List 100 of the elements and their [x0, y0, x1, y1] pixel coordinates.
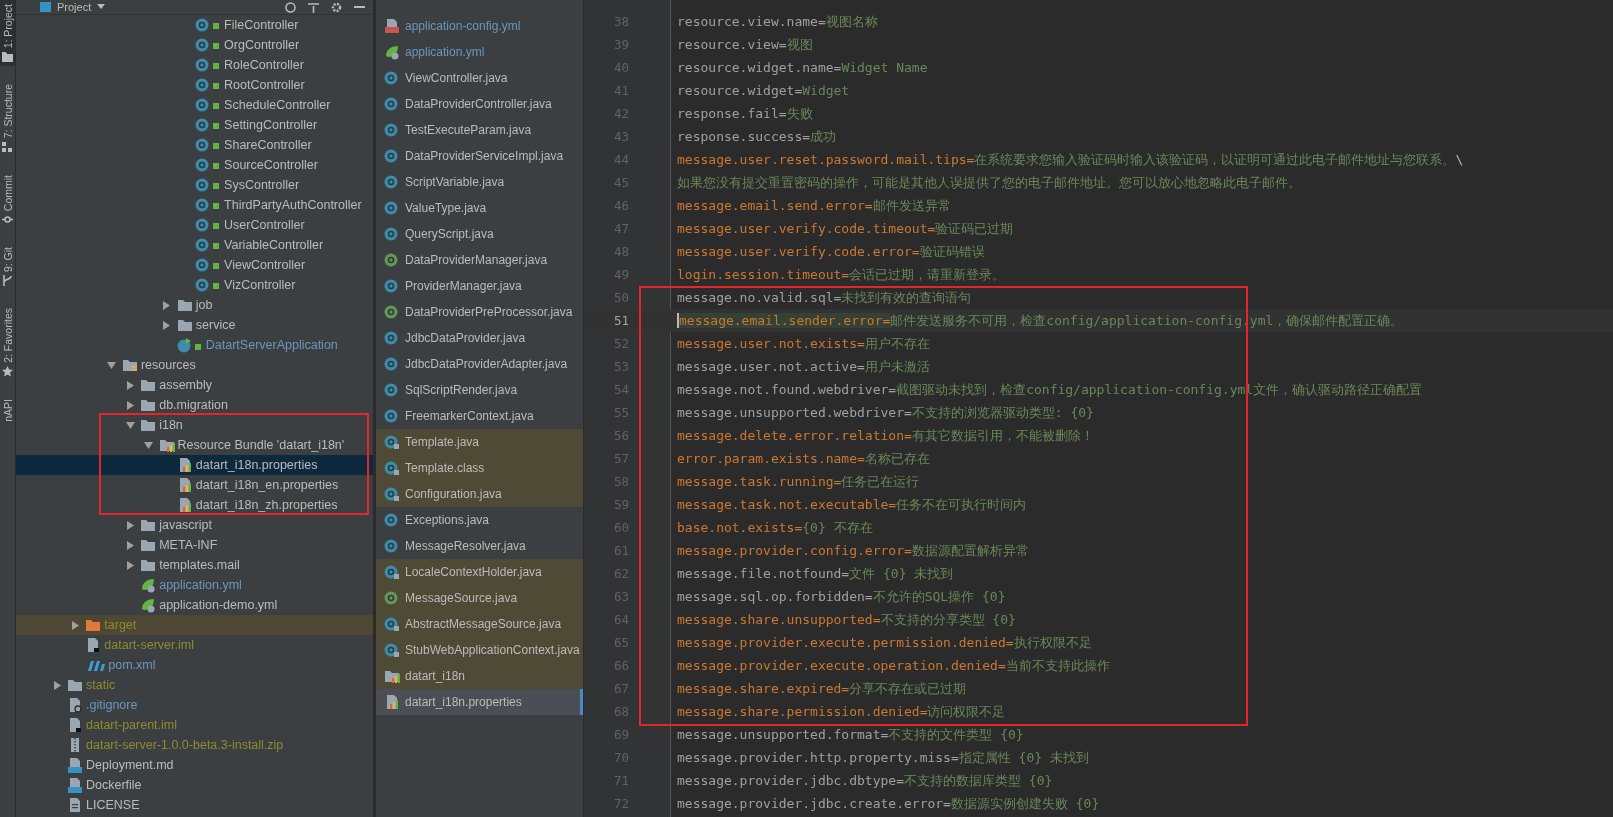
file-list-item[interactable]: ValueType.java [376, 195, 583, 221]
file-list-item[interactable]: DataProviderPreProcessor.java [376, 299, 583, 325]
expand-arrow-icon[interactable] [125, 420, 135, 430]
file-list-item[interactable]: Configuration.java [376, 481, 583, 507]
tree-item[interactable]: ShareController [16, 135, 373, 155]
expand-arrow-icon[interactable] [162, 300, 172, 310]
markdown-file-icon [67, 757, 83, 773]
code-line: 如果您没有提交重置密码的操作，可能是其他人误提供了您的电子邮件地址。您可以放心地忽略此电子邮件。 [677, 173, 1301, 192]
expand-arrow-icon[interactable] [125, 560, 135, 570]
code-line: message.user.not.active=用户未激活 [677, 357, 930, 376]
tree-item[interactable]: .gitignore [16, 695, 373, 715]
file-list-item[interactable]: JdbcDataProviderAdapter.java [376, 351, 583, 377]
file-list-item[interactable]: Template.java [376, 429, 583, 455]
file-list-item[interactable]: FreemarkerContext.java [376, 403, 583, 429]
tree-item[interactable]: job [16, 295, 373, 315]
tree-item[interactable]: RoleController [16, 55, 373, 75]
file-list-item[interactable]: application-config.yml [376, 13, 583, 39]
file-list-item[interactable]: application.yml [376, 39, 583, 65]
expand-arrow-icon[interactable] [125, 520, 135, 530]
tree-item[interactable]: ScheduleController [16, 95, 373, 115]
expand-arrow-icon[interactable] [125, 380, 135, 390]
tree-item[interactable]: javascript [16, 515, 373, 535]
file-list-item[interactable]: SqlScriptRender.java [376, 377, 583, 403]
file-list-item[interactable]: LocaleContextHolder.java [376, 559, 583, 585]
file-list-item[interactable]: ProviderManager.java [376, 273, 583, 299]
tree-item[interactable]: RootController [16, 75, 373, 95]
tree-item[interactable]: Resource Bundle 'datart_i18n' [16, 435, 373, 455]
tree-item[interactable]: datart_i18n.properties [16, 455, 373, 475]
tree-item[interactable]: db.migration [16, 395, 373, 415]
tree-item[interactable]: templates.mail [16, 555, 373, 575]
tree-item[interactable]: OrgController [16, 35, 373, 55]
file-list-item[interactable]: Template.class [376, 455, 583, 481]
file-list-item[interactable]: JdbcDataProvider.java [376, 325, 583, 351]
tree-item[interactable]: SourceController [16, 155, 373, 175]
file-list-item[interactable]: TestExecuteParam.java [376, 117, 583, 143]
tree-item[interactable]: LICENSE [16, 795, 373, 815]
enum-icon [384, 200, 400, 216]
code-line: message.provider.execute.permission.denied=执行权限不足 [677, 633, 1092, 652]
tree-item[interactable]: META-INF [16, 535, 373, 555]
file-list-item[interactable]: ViewController.java [376, 65, 583, 91]
expand-arrow-icon[interactable] [70, 620, 80, 630]
file-list-item[interactable]: DataProviderServiceImpl.java [376, 143, 583, 169]
tree-item[interactable]: ThirdPartyAuthController [16, 195, 373, 215]
tool-window-tab[interactable]: 7: Structure [0, 80, 15, 157]
file-list-item[interactable]: MessageSource.java [376, 585, 583, 611]
file-list-item[interactable]: StubWebApplicationContext.java [376, 637, 583, 663]
tree-item[interactable]: datart-server.iml [16, 635, 373, 655]
tree-item[interactable]: Dockerfile [16, 775, 373, 795]
file-list-item[interactable]: QueryScript.java [376, 221, 583, 247]
expand-arrow-icon[interactable] [144, 440, 153, 450]
tree-item[interactable]: datart-server-1.0.0-beta.3-install.zip [16, 735, 373, 755]
tree-item[interactable]: datart_i18n_en.properties [16, 475, 373, 495]
expand-arrow-icon[interactable] [125, 540, 135, 550]
tree-item[interactable]: datart-parent.iml [16, 715, 373, 735]
application-icon [176, 337, 203, 353]
tree-item[interactable]: VariableController [16, 235, 373, 255]
tree-item[interactable]: pom.xml [16, 655, 373, 675]
tree-item[interactable]: application-demo.yml [16, 595, 373, 615]
tool-window-tab[interactable]: 9: Git [0, 242, 15, 290]
class-icon [384, 148, 400, 164]
expand-arrow-icon[interactable] [107, 360, 117, 370]
tree-item[interactable]: SettingController [16, 115, 373, 135]
file-list-item[interactable]: DataProviderManager.java [376, 247, 583, 273]
tree-item[interactable]: static [16, 675, 373, 695]
file-list-item[interactable]: AbstractMessageSource.java [376, 611, 583, 637]
file-list-item[interactable]: datart_i18n.properties [376, 689, 583, 715]
tree-item[interactable]: i18n [16, 415, 373, 435]
tool-window-tab[interactable]: Commit [0, 170, 15, 229]
expand-arrow-icon[interactable] [162, 320, 172, 330]
code-line: message.share.unsupported=不支持的分享类型 {0} [677, 610, 1016, 629]
file-list-item[interactable]: MessageResolver.java [376, 533, 583, 559]
tree-item[interactable]: application.yml [16, 575, 373, 595]
panel-title[interactable]: Project [57, 1, 92, 13]
tree-item[interactable]: datart_i18n_zh.properties [16, 495, 373, 515]
tree-item[interactable]: service [16, 315, 373, 335]
tree-item[interactable]: DatartServerApplication [16, 335, 373, 355]
tree-item[interactable]: Deployment.md [16, 755, 373, 775]
expand-arrow-icon[interactable] [125, 400, 135, 410]
class-icon [384, 226, 400, 242]
code-line: message.share.permission.denied=访问权限不足 [677, 702, 1006, 721]
tree-item[interactable]: resources [16, 355, 373, 375]
tree-item[interactable]: assembly [16, 375, 373, 395]
tool-window-tab[interactable]: nAPI [0, 394, 15, 426]
expand-arrow-icon[interactable] [52, 680, 62, 690]
tree-item[interactable]: ViewController [16, 255, 373, 275]
file-list-item[interactable]: DataProviderController.java [376, 91, 583, 117]
code-line: resource.view=视图 [677, 35, 813, 54]
file-list-item[interactable]: ScriptVariable.java [376, 169, 583, 195]
class-icon [195, 237, 222, 253]
tool-window-tab[interactable]: 1: Project [0, 0, 15, 67]
tree-item[interactable]: VizController [16, 275, 373, 295]
file-list-item[interactable]: Exceptions.java [376, 507, 583, 533]
tree-item[interactable]: UserController [16, 215, 373, 235]
code-line: message.user.reset.password.mail.tips=在系统要求您输入验证码时输入该验证码，以证明可通过此电子邮件地址与您联系。\ [677, 150, 1464, 169]
tree-item[interactable]: FileController [16, 15, 373, 35]
tool-window-tab[interactable]: 2: Favorites [0, 303, 15, 381]
file-list-item[interactable]: datart_i18n [376, 663, 583, 689]
branch-icon [2, 274, 13, 286]
tree-item[interactable]: SysController [16, 175, 373, 195]
yaml-file-icon [384, 18, 400, 34]
